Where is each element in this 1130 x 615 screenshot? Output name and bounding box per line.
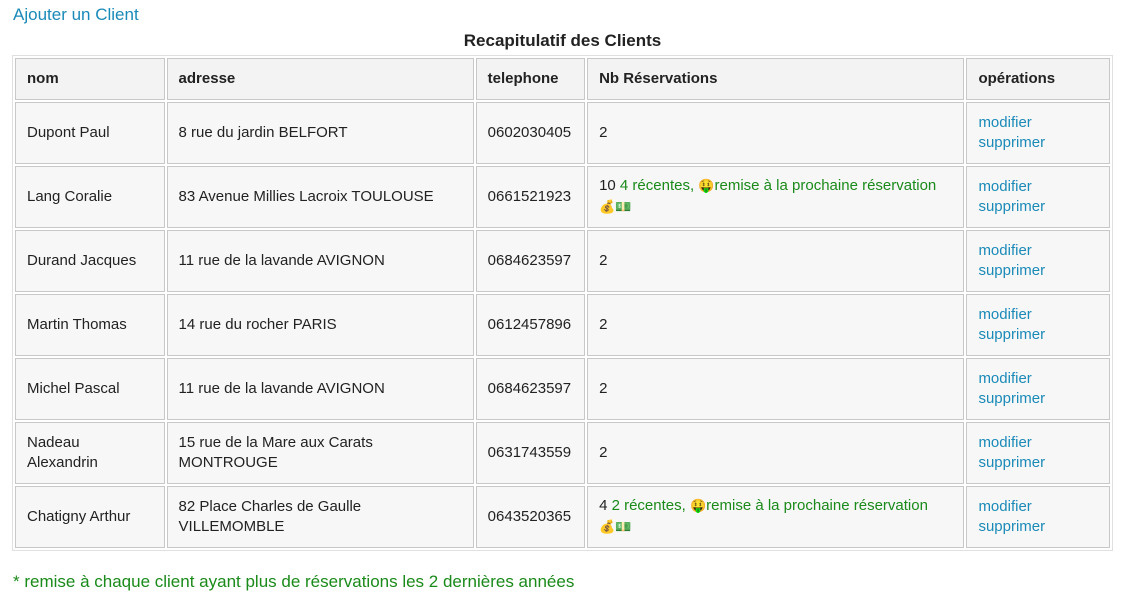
reservation-count: 2 — [599, 380, 608, 397]
modify-link[interactable]: modifier — [978, 497, 1098, 517]
client-address: 15 rue de la Mare aux Carats MONTROUGE — [166, 422, 474, 484]
recent-reservations: 4 récentes, — [619, 177, 695, 194]
column-header-nb-reservations: Nb Réservations — [587, 58, 965, 100]
client-address: 8 rue du jardin BELFORT — [166, 102, 474, 164]
client-name: Michel Pascal — [15, 358, 165, 420]
table-row: Lang Coralie 83 Avenue Millies Lacroix TO… — [15, 166, 1110, 228]
add-client-link[interactable]: Ajouter un Client — [13, 5, 139, 25]
operations-cell: modifier supprimer — [966, 486, 1110, 548]
modify-link[interactable]: modifier — [978, 433, 1098, 453]
delete-link[interactable]: supprimer — [978, 517, 1098, 537]
client-phone: 0643520365 — [475, 486, 586, 548]
table-row: Michel Pascal 11 rue de la lavande AVIGNO… — [15, 358, 1110, 420]
operations-cell: modifier supprimer — [966, 358, 1110, 420]
client-phone: 0631743559 — [475, 422, 586, 484]
table-row: Martin Thomas 14 rue du rocher PARIS 06124… — [15, 294, 1110, 356]
recent-reservations: 2 récentes, — [611, 497, 686, 514]
delete-link[interactable]: supprimer — [978, 389, 1098, 409]
table-row: Chatigny Arthur 82 Place Charles de Gaull… — [15, 486, 1110, 548]
client-name: Martin Thomas — [15, 294, 165, 356]
client-address: 11 rue de la lavande AVIGNON — [166, 230, 474, 292]
money-bag-icon: 💰💵 — [599, 520, 632, 535]
modify-link[interactable]: modifier — [978, 113, 1098, 133]
delete-link[interactable]: supprimer — [978, 133, 1098, 153]
reservations-cell: 2 — [587, 358, 965, 420]
reservation-count: 4 — [599, 497, 608, 514]
money-face-icon: 🤑 — [698, 179, 715, 194]
reservation-count: 2 — [599, 252, 608, 269]
client-address: 82 Place Charles de Gaulle VILLEMOMBLE — [166, 486, 474, 548]
clients-table: nom adresse telephone Nb Réservations op… — [12, 55, 1113, 551]
reservation-count: 2 — [599, 124, 608, 141]
column-header-adresse: adresse — [166, 58, 474, 100]
reservations-cell: 4 2 récentes, 🤑remise à la prochaine rés… — [587, 486, 965, 548]
client-name: Dupont Paul — [15, 102, 165, 164]
column-header-telephone: telephone — [475, 58, 586, 100]
reservations-cell: 2 — [587, 230, 965, 292]
client-phone: 0684623597 — [475, 230, 586, 292]
client-address: 83 Avenue Millies Lacroix TOULOUSE — [166, 166, 474, 228]
client-name: Lang Coralie — [15, 166, 165, 228]
discount-note: remise à la prochaine réservation — [706, 497, 928, 514]
client-name: Nadeau Alexandrin — [15, 422, 165, 484]
reservation-count: 10 — [599, 177, 616, 194]
delete-link[interactable]: supprimer — [978, 453, 1098, 473]
table-title: Recapitulatif des Clients — [463, 31, 662, 50]
reservation-count: 2 — [599, 316, 608, 333]
reservations-cell: 2 — [587, 294, 965, 356]
money-bag-icon: 💰💵 — [599, 200, 632, 215]
operations-cell: modifier supprimer — [966, 294, 1110, 356]
reservations-cell: 2 — [587, 422, 965, 484]
operations-cell: modifier supprimer — [966, 102, 1110, 164]
modify-link[interactable]: modifier — [978, 177, 1098, 197]
column-header-nom: nom — [15, 58, 165, 100]
delete-link[interactable]: supprimer — [978, 261, 1098, 281]
discount-note: remise à la prochaine réservation — [714, 177, 937, 194]
table-row: Durand Jacques 11 rue de la lavande AVIGN… — [15, 230, 1110, 292]
client-address: 14 rue du rocher PARIS — [166, 294, 474, 356]
table-row: Nadeau Alexandrin 15 rue de la Mare aux C… — [15, 422, 1110, 484]
operations-cell: modifier supprimer — [966, 166, 1110, 228]
money-face-icon: 🤑 — [689, 499, 707, 514]
modify-link[interactable]: modifier — [978, 305, 1098, 325]
modify-link[interactable]: modifier — [978, 369, 1098, 389]
operations-cell: modifier supprimer — [966, 230, 1110, 292]
reservations-cell: 2 — [587, 102, 965, 164]
client-phone: 0602030405 — [475, 102, 586, 164]
clients-summary: Recapitulatif des Clients nom adresse te… — [12, 31, 1113, 551]
operations-cell: modifier supprimer — [966, 422, 1110, 484]
delete-link[interactable]: supprimer — [978, 325, 1098, 345]
client-name: Durand Jacques — [15, 230, 165, 292]
reservations-cell: 10 4 récentes, 🤑remise à la prochaine ré… — [587, 166, 965, 228]
reservation-count: 2 — [599, 444, 608, 461]
delete-link[interactable]: supprimer — [978, 197, 1098, 217]
table-header-row: nom adresse telephone Nb Réservations op… — [15, 58, 1110, 100]
modify-link[interactable]: modifier — [978, 241, 1098, 261]
client-address: 11 rue de la lavande AVIGNON — [166, 358, 474, 420]
client-phone: 0684623597 — [475, 358, 586, 420]
table-row: Dupont Paul 8 rue du jardin BELFORT 060203… — [15, 102, 1110, 164]
client-phone: 0661521923 — [475, 166, 586, 228]
discount-footnote: * remise à chaque client ayant plus de r… — [13, 572, 575, 591]
client-name: Chatigny Arthur — [15, 486, 165, 548]
client-phone: 0612457896 — [475, 294, 586, 356]
column-header-operations: opérations — [966, 58, 1110, 100]
